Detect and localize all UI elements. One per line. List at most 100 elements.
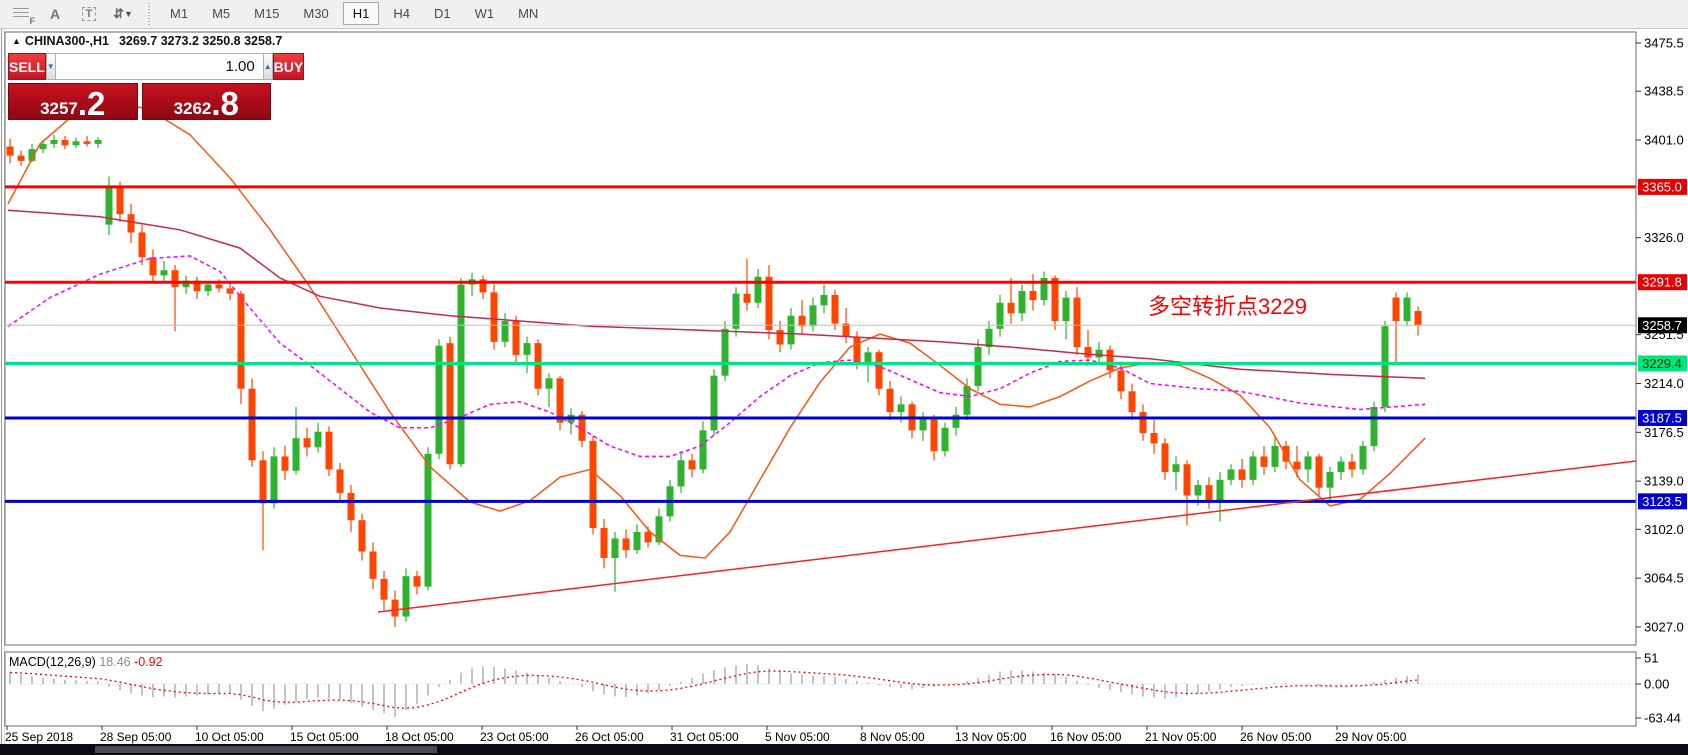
candle <box>612 538 619 558</box>
date-label: 18 Oct 05:00 <box>385 730 454 744</box>
volume-down-button[interactable]: ▼ <box>46 53 56 80</box>
candle <box>458 285 465 465</box>
candle <box>73 141 80 145</box>
volume-up-button[interactable]: ▲ <box>263 53 273 80</box>
date-label: 16 Nov 05:00 <box>1050 730 1122 744</box>
bottom-bar-segment <box>95 746 437 753</box>
price-badge-label: 3123.5 <box>1642 494 1682 509</box>
candle <box>678 460 685 486</box>
candle <box>986 329 993 347</box>
candle <box>84 141 91 144</box>
candle <box>139 232 146 257</box>
candle <box>1030 291 1037 300</box>
candle <box>150 257 157 275</box>
candle <box>887 389 894 412</box>
buy-price-display[interactable]: 3262 .8 <box>142 83 272 120</box>
sell-price-display[interactable]: 3257 .2 <box>8 83 138 120</box>
candle <box>832 295 839 324</box>
candle <box>524 343 531 355</box>
candle <box>337 469 344 492</box>
candle <box>1404 298 1411 321</box>
candle <box>1206 485 1213 501</box>
macd-plot-frame[interactable] <box>5 652 1636 726</box>
price-badge-label: 3365.0 <box>1642 179 1682 194</box>
candle <box>1063 298 1070 321</box>
candle <box>964 386 971 415</box>
date-label: 13 Nov 05:00 <box>955 730 1027 744</box>
candle <box>645 532 652 542</box>
buy-price-frac: .8 <box>211 91 239 117</box>
date-label: 23 Oct 05:00 <box>480 730 549 744</box>
candle <box>821 295 828 305</box>
candle <box>18 156 25 161</box>
candle <box>854 337 861 363</box>
candle <box>1019 291 1026 313</box>
candle <box>348 493 355 520</box>
price-tick-label: 3102.0 <box>1644 522 1684 537</box>
price-tick-label: 3027.0 <box>1644 619 1684 634</box>
candle <box>623 538 630 550</box>
main-plot-frame[interactable] <box>5 32 1636 645</box>
candle <box>414 576 421 586</box>
candle <box>876 352 883 388</box>
candle <box>1393 298 1400 321</box>
candle <box>1228 469 1235 479</box>
sell-price-frac: .2 <box>78 91 106 117</box>
date-label: 26 Nov 05:00 <box>1240 730 1312 744</box>
volume-input[interactable] <box>56 53 263 80</box>
candle <box>755 277 762 303</box>
candle <box>447 343 454 464</box>
candle <box>249 389 256 461</box>
macd-tick-label: 0.00 <box>1644 677 1669 692</box>
symbol-triangle-icon: ▲ <box>12 36 21 46</box>
candle <box>799 316 806 326</box>
candle <box>161 270 168 275</box>
date-label: 31 Oct 05:00 <box>670 730 739 744</box>
candle <box>293 438 300 471</box>
candle <box>788 316 795 345</box>
buy-button[interactable]: BUY <box>273 53 305 80</box>
candle <box>744 294 751 303</box>
candle <box>117 186 124 215</box>
sell-price-main: 3257 <box>40 100 78 117</box>
candle <box>1118 370 1125 391</box>
candle <box>1349 462 1356 470</box>
macd-label: MACD(12,26,9) 18.46 -0.92 <box>9 655 163 669</box>
candle <box>1250 456 1257 479</box>
candle <box>1107 350 1114 371</box>
candle <box>1096 350 1103 358</box>
date-label: 28 Sep 05:00 <box>100 730 172 744</box>
candle <box>128 214 135 232</box>
candle <box>1173 464 1180 472</box>
price-badge-label: 3187.5 <box>1642 411 1682 426</box>
candle <box>326 432 333 470</box>
sell-button[interactable]: SELL <box>8 53 46 80</box>
candle <box>898 404 905 412</box>
candle <box>942 428 949 451</box>
candle <box>1140 412 1147 433</box>
candle <box>1261 456 1268 466</box>
candle <box>513 321 520 355</box>
candle <box>1415 311 1422 325</box>
candle <box>216 285 223 289</box>
symbol-name: CHINA300-,H1 <box>25 34 109 48</box>
candle <box>700 430 707 469</box>
candle <box>172 270 179 287</box>
candle <box>95 140 102 144</box>
candle <box>722 329 729 376</box>
candle <box>733 294 740 329</box>
candle <box>381 579 388 600</box>
candle <box>931 417 938 451</box>
candle <box>7 147 14 156</box>
candle <box>1008 303 1015 313</box>
macd-tick-label: 51 <box>1644 651 1658 666</box>
candle <box>975 347 982 386</box>
candle <box>1360 446 1367 469</box>
annotation-text[interactable]: 多空转折点3229 <box>1148 294 1307 319</box>
candle <box>1316 456 1323 487</box>
candle <box>205 285 212 292</box>
buy-price-main: 3262 <box>174 100 212 117</box>
price-badge-label: 3258.7 <box>1642 318 1682 333</box>
candle <box>260 460 267 503</box>
ohlc-values: 3269.7 3273.2 3250.8 3258.7 <box>119 34 282 48</box>
